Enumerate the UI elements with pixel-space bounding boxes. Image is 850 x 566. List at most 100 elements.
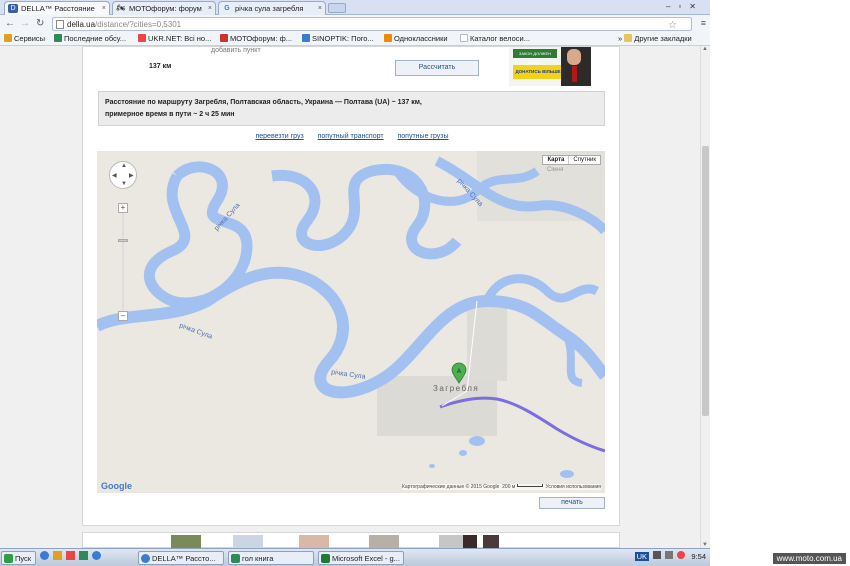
map-scale: 200 м [502,484,516,490]
bookmark-item[interactable]: МОТОфорум: ф... [220,34,292,43]
ad-tie-image [572,66,577,82]
address-bar[interactable]: della.ua/distance/?cities=0,5301 ☆ [52,17,692,31]
pan-down-icon[interactable]: ▼ [121,181,127,187]
tab-label: річка сула загребля [235,4,304,13]
bookmark-item[interactable]: UKR.NET: Всі но... [138,34,211,43]
add-point-link[interactable]: добавить пункт [211,47,261,54]
folder-icon [624,34,633,42]
volume-icon[interactable] [665,551,674,559]
banner-ad[interactable]: ЗАКОН ДОЛЖЕН ДАВАТЬ САМОПОМОЧЬ ДОНАТИСЬ … [509,47,591,86]
bookmark-item[interactable]: SINOPTIK: Пого... [302,34,374,43]
media-icon[interactable] [66,551,76,560]
bookmark-item[interactable]: Каталог велоси... [460,34,530,43]
calculate-button[interactable]: Рассчитать [395,60,479,76]
taskbar-item-excel[interactable]: Microsoft Excel - g... [318,551,404,565]
terms-link[interactable]: Условия использования [546,484,602,490]
reload-icon[interactable]: ↻ [36,18,44,29]
url-path: /distance/?cities=0,5301 [95,20,182,29]
quick-launch[interactable] [40,551,102,565]
map-type-map[interactable]: Карта [543,156,570,164]
thumbnail-image[interactable] [483,535,499,548]
della-favicon-icon: D [8,4,18,13]
thumbnail-image[interactable] [171,535,201,548]
back-arrow-icon[interactable]: ← [5,18,15,29]
map-view[interactable]: річка Сула річка Сула річка Сула річка С… [97,151,605,493]
site-icon [220,34,228,42]
zoom-in-button[interactable]: + [118,203,128,213]
marker-label: A [457,369,461,375]
map-data-credit: Картографические данные © 2015 Google [401,484,500,490]
pond [469,436,485,446]
taskbar-item-label: Microsoft Excel - g... [332,554,400,563]
chrome-icon [141,554,150,563]
map-type-switch[interactable]: Карта Спутник [542,155,601,165]
taskbar-item-book[interactable]: гол книга [228,551,314,565]
distance-km: 137 км [149,63,172,70]
pan-up-icon[interactable]: ▲ [121,163,127,169]
new-tab-button[interactable] [328,3,346,13]
thumbnail-image[interactable] [233,535,263,548]
pan-control[interactable]: ▲ ◀ ▶ ▼ [109,161,137,189]
chrome-icon[interactable] [92,551,102,560]
thumbnail-image[interactable] [463,535,477,548]
link-passing-cargo[interactable]: попутные грузы [398,133,449,140]
page-icon [56,20,64,29]
google-favicon-icon: G [224,5,230,12]
url-host: della.ua [67,20,96,29]
bookmark-item[interactable]: Сервисы [4,34,45,43]
map-type-satellite[interactable]: Спутник [569,156,600,164]
taskbar: Пуск DELLA™ Рассто... гол книга Microsof… [0,548,710,566]
print-button[interactable]: печать [539,497,605,509]
bookmark-item[interactable]: Последние обсу... [54,34,126,43]
app-icon[interactable] [79,551,89,560]
taskbar-item-browser[interactable]: DELLA™ Рассто... [138,551,224,565]
alert-icon[interactable] [677,551,686,559]
language-indicator[interactable]: UK [634,552,650,561]
scroll-up-icon[interactable]: ▲ [702,46,708,52]
link-passing-transport[interactable]: попутный транспорт [318,133,384,140]
network-icon[interactable] [653,551,662,559]
bookmark-star-icon[interactable]: ☆ [668,19,677,32]
window-controls[interactable]: –▫✕ [666,2,704,11]
vertical-scrollbar[interactable]: ▲ ▼ [700,46,710,548]
tab-google-search[interactable]: G річка сула загребля × [218,1,326,15]
cargo-links: перевезти груз попутный транспорт попутн… [83,133,621,140]
google-logo: Google [101,481,132,491]
start-label: Пуск [15,554,32,563]
close-tab-icon[interactable]: × [208,2,212,15]
pond [560,470,574,478]
other-bookmarks[interactable]: » Другие закладки [618,34,692,43]
zoom-slider-thumb[interactable] [118,239,128,242]
windows-logo-icon [4,554,13,563]
ad-top-text: ЗАКОН ДОЛЖЕН ДАВАТЬ САМОПОМОЧЬ [513,49,557,74]
link-transport-cargo[interactable]: перевезти груз [255,133,303,140]
bookmarks-bar: Сервисы Последние обсу... UKR.NET: Всі н… [0,33,710,46]
browser-icon[interactable] [40,551,49,560]
bookmark-item[interactable]: Одноклассники [384,34,448,43]
thumbnail-image[interactable] [369,535,399,548]
system-tray: UK 9:54 [634,551,706,561]
close-tab-icon[interactable]: × [318,2,322,15]
thumbnail-image[interactable] [299,535,329,548]
other-bookmarks-label: Другие закладки [634,34,692,43]
site-icon [54,34,62,42]
pan-left-icon[interactable]: ◀ [112,172,117,179]
page-card: добавить пункт 137 км Рассчитать ЗАКОН Д… [82,46,620,526]
start-button[interactable]: Пуск [1,551,37,565]
map-canvas[interactable]: річка Сула річка Сула річка Сула річка С… [97,151,605,493]
tab-della[interactable]: D DELLA™ Расстояние × [4,1,110,15]
pan-right-icon[interactable]: ▶ [129,172,134,179]
toolbar: ← → ↻ della.ua/distance/?cities=0,5301 ☆… [0,15,710,33]
scrollbar-thumb[interactable] [702,146,709,416]
menu-icon[interactable]: ≡ [701,18,706,28]
folder-icon[interactable] [53,551,63,560]
zoom-slider-track[interactable] [122,213,124,315]
motorbike-favicon-icon: 🏍 [116,5,126,12]
close-tab-icon[interactable]: × [102,2,106,15]
taskbar-item-label: DELLA™ Рассто... [152,554,216,563]
related-thumbnails [82,532,620,548]
zoom-out-button[interactable]: – [118,311,128,321]
tab-motoforum[interactable]: 🏍 МОТОфорум: форум × [112,1,216,15]
forward-arrow-icon[interactable]: → [20,18,30,29]
district-label: Сімня [547,167,563,173]
